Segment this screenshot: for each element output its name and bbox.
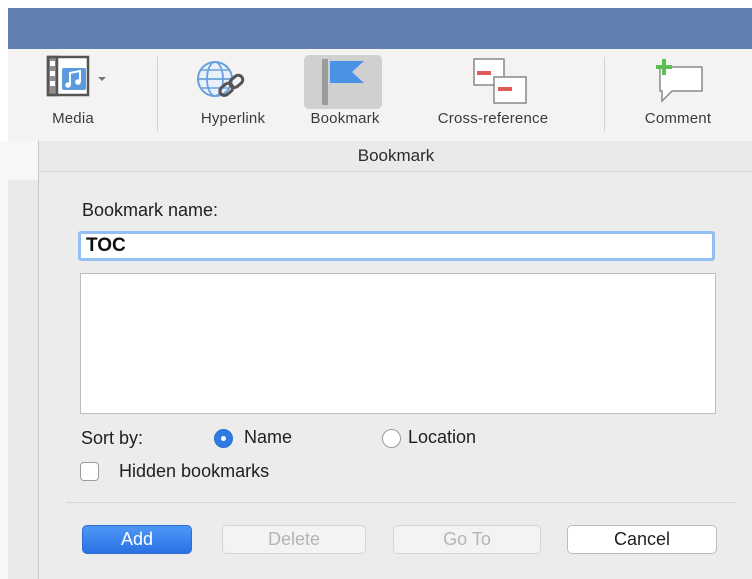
sort-location-label: Location (408, 427, 477, 447)
delete-button[interactable]: Delete (222, 525, 366, 554)
bookmark-button[interactable] (304, 49, 384, 141)
sort-location-radio[interactable] (382, 429, 401, 448)
sort-name-label: Name (244, 427, 293, 447)
bookmark-label: Bookmark (310, 110, 380, 127)
cross-reference-label: Cross-reference (437, 110, 549, 127)
bookmark-list[interactable] (80, 273, 716, 414)
ribbon-separator (157, 57, 158, 131)
ribbon-separator (604, 57, 605, 131)
hidden-bookmarks-label: Hidden bookmarks (119, 461, 270, 481)
add-button[interactable]: Add (82, 525, 192, 554)
dialog-title: Bookmark (39, 141, 752, 172)
window-titlebar (8, 8, 752, 49)
sort-by-label: Sort by: (81, 428, 144, 448)
cross-reference-icon (472, 57, 532, 110)
comment-icon (650, 57, 708, 110)
comment-label: Comment (644, 110, 712, 127)
hyperlink-label: Hyperlink (200, 110, 266, 127)
bookmark-name-input[interactable] (78, 231, 715, 261)
sort-name-radio[interactable] (214, 429, 233, 448)
hyperlink-button[interactable]: Hyperlink (176, 49, 290, 141)
cross-reference-button[interactable]: Cross-reference (418, 49, 568, 141)
media-label: Media (52, 110, 94, 127)
document-ruler (8, 180, 39, 579)
hidden-bookmarks-checkbox[interactable] (80, 462, 99, 481)
cancel-button[interactable]: Cancel (567, 525, 717, 554)
comment-button[interactable]: Comment (628, 49, 728, 141)
dialog-divider (66, 502, 736, 503)
bookmark-flag-icon (320, 57, 368, 112)
media-icon (46, 55, 112, 102)
go-to-button[interactable]: Go To (393, 525, 541, 554)
hyperlink-icon (193, 59, 253, 110)
bookmark-name-label: Bookmark name: (82, 200, 219, 220)
insert-ribbon: Media Hyperlink Bookmark Cross-reference… (8, 49, 752, 142)
media-button[interactable]: Media (36, 49, 110, 141)
